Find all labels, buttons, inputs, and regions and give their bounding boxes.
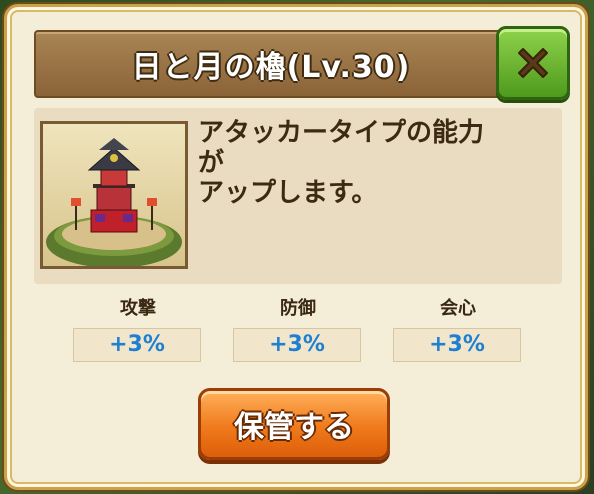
stat-label-defense: 防御 — [280, 298, 316, 319]
description-line: アップします。 — [198, 178, 378, 208]
stat-label-critical: 会心 — [440, 298, 476, 319]
stat-value-defense: +3% — [233, 328, 361, 362]
description-text: アタッカータイプの能力 が アップします。 — [198, 118, 548, 208]
close-x-icon — [513, 43, 553, 83]
store-button[interactable]: 保管する — [198, 388, 390, 460]
tower-building-image — [40, 121, 188, 269]
stat-value-critical: +3% — [393, 328, 521, 362]
dialog-title: 日と月の櫓(Lv.30) — [131, 50, 411, 85]
store-button-label: 保管する — [234, 410, 354, 445]
description-line: アタッカータイプの能力 — [198, 118, 485, 148]
dialog-title-bar: 日と月の櫓(Lv.30) — [34, 30, 508, 98]
description-line: が — [198, 148, 225, 178]
stat-label-attack: 攻撃 — [120, 298, 156, 319]
stat-value-attack: +3% — [73, 328, 201, 362]
close-button[interactable] — [496, 26, 570, 100]
